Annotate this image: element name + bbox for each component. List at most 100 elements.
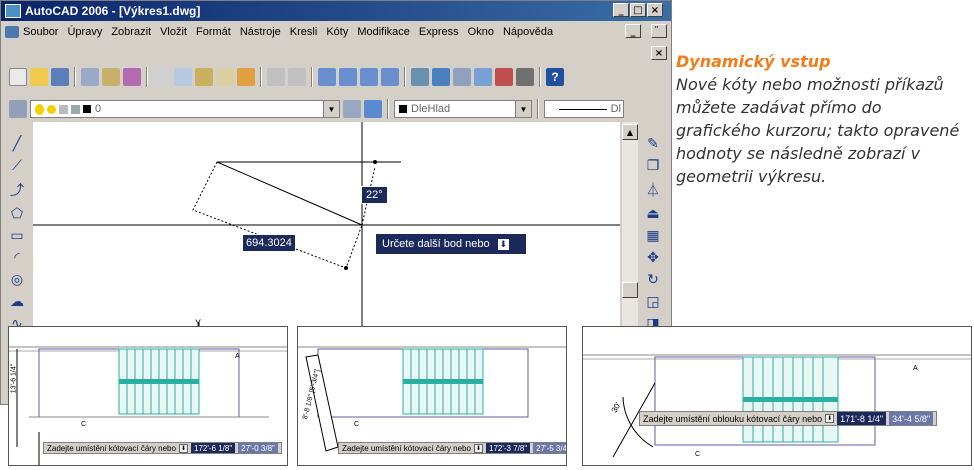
document-controls: _ ̈ [625, 24, 676, 38]
redo-icon[interactable] [288, 68, 306, 86]
open-icon[interactable] [30, 68, 48, 86]
thumb-1-value-2: 27'-0 3/8" [238, 443, 278, 453]
thumb-3-prompt-text: Zadejte umístění oblouku kótovací čáry n… [643, 413, 823, 424]
document-icon[interactable] [5, 26, 19, 38]
menu-koty[interactable]: Kóty [326, 26, 348, 38]
example-thumbnail-2: C 8'-8 1/8" [5'-3/4"] Zadejte umístění k… [297, 326, 567, 466]
preview-icon[interactable] [102, 68, 120, 86]
offset-icon[interactable]: ⏏ [646, 206, 659, 222]
caption-heading: Dynamický vstup [676, 52, 831, 71]
bulb-icon [35, 103, 44, 115]
make-current-icon[interactable] [343, 100, 361, 118]
menu-napoveda[interactable]: Nápověda [503, 26, 553, 38]
thumb-2-value-1: 172'-3 7/8" [486, 443, 531, 453]
thumb-2-value-2: 27'-5 3/4" [533, 443, 566, 453]
zoom-window-icon[interactable] [360, 68, 378, 86]
polygon-icon[interactable]: ⬠ [11, 206, 23, 222]
thumb-1-vert-dim: 13'-6 1/4" [10, 363, 18, 394]
example-thumbnail-1: A C 13'-6 1/4" Zadejte umístění kótovací… [8, 326, 288, 466]
menu-format[interactable]: Formát [196, 26, 231, 38]
help-icon[interactable]: ? [546, 68, 564, 86]
tool-palettes-icon[interactable] [453, 68, 471, 86]
menu-kresli[interactable]: Kresli [290, 26, 318, 38]
minimize-button[interactable]: _ [613, 3, 629, 17]
print-icon[interactable] [81, 68, 99, 86]
doc-close-button[interactable]: × [651, 46, 667, 60]
thumb-3-label-c: C [695, 451, 701, 458]
menu-soubor[interactable]: Soubor [23, 26, 58, 38]
circle-icon[interactable]: ◎ [11, 272, 23, 288]
window-title: AutoCAD 2006 - [Výkres1.dwg] [25, 4, 201, 18]
color-value: DleHlad [411, 103, 451, 115]
thumb-3-value-2: 34'-4 5/8" [889, 412, 934, 425]
design-center-icon[interactable] [432, 68, 450, 86]
mirror-icon[interactable]: ⏃ [646, 180, 660, 200]
maximize-button[interactable]: □ [630, 3, 646, 17]
menu-zobrazit[interactable]: Zobrazit [111, 26, 151, 38]
markup-icon[interactable] [495, 68, 513, 86]
construction-line-icon[interactable]: ⟋ [12, 158, 22, 174]
match-properties-icon[interactable] [216, 68, 234, 86]
layer-dropdown-icon[interactable]: ▼ [323, 101, 339, 117]
publish-icon[interactable] [123, 68, 141, 86]
color-swatch [399, 105, 407, 113]
thumb-1-prompt: Zadejte umístění kótovací čáry nebo ⬇ 17… [43, 442, 282, 454]
scroll-up-icon[interactable]: ▲ [622, 124, 638, 140]
sheet-set-icon[interactable] [474, 68, 492, 86]
menu-upravy[interactable]: Úpravy [67, 26, 102, 38]
erase-icon[interactable]: ✎ [647, 136, 659, 152]
lock-icon [59, 104, 68, 114]
menu-okno[interactable]: Okno [468, 26, 494, 38]
polyline-icon[interactable]: ⤴ [10, 180, 24, 200]
scroll-thumb[interactable] [622, 282, 638, 298]
linetype-combo[interactable]: Dl [544, 100, 624, 118]
cloud-icon[interactable]: ☁ [10, 294, 24, 310]
plot-icon [71, 104, 80, 114]
title-bar: AutoCAD 2006 - [Výkres1.dwg] _ □ × [1, 1, 671, 21]
standard-toolbar: ? [9, 64, 669, 90]
line-icon[interactable]: ╱ [13, 136, 21, 152]
zoom-realtime-icon[interactable] [339, 68, 357, 86]
menu-nastroje[interactable]: Nástroje [240, 26, 281, 38]
dynamic-prompt-text: Určete další bod nebo [382, 238, 490, 250]
layer-manager-icon[interactable] [9, 100, 27, 118]
cut-icon[interactable] [153, 68, 171, 86]
angle-input[interactable]: 22° [361, 186, 388, 204]
rectangle-icon[interactable]: ▭ [10, 228, 23, 244]
close-button[interactable]: × [647, 3, 663, 17]
thumb-1-label-a: A [235, 353, 240, 360]
scale-icon[interactable]: ◲ [646, 294, 659, 310]
prompt-options-icon[interactable]: ⬇ [497, 238, 510, 250]
thumb-2-prompt: Zadejte umístění kótovací čáry nebo ⬇ 17… [338, 442, 566, 454]
copy-icon[interactable] [174, 68, 192, 86]
undo-icon[interactable] [267, 68, 285, 86]
menu-modifikace[interactable]: Modifikace [357, 26, 410, 38]
paste-icon[interactable] [195, 68, 213, 86]
move-icon[interactable]: ✥ [647, 250, 659, 266]
zoom-previous-icon[interactable] [381, 68, 399, 86]
color-dropdown-icon[interactable]: ▼ [515, 101, 531, 117]
rotate-icon[interactable]: ↻ [647, 272, 659, 288]
layer-color-swatch [83, 105, 91, 113]
save-icon[interactable] [51, 68, 69, 86]
arc-icon[interactable]: ◜ [14, 250, 19, 266]
doc-minimize-button[interactable]: _ [625, 24, 641, 38]
layer-combo[interactable]: 0 ▼ [30, 100, 340, 118]
layer-previous-icon[interactable] [364, 100, 382, 118]
color-combo[interactable]: DleHlad ▼ [394, 100, 532, 118]
calculator-icon[interactable] [516, 68, 534, 86]
caption-body: Nové kóty nebo možnosti příkazů můžete z… [676, 75, 960, 186]
menu-express[interactable]: Express [419, 26, 459, 38]
menu-vlozit[interactable]: Vložit [160, 26, 187, 38]
sun-icon [47, 104, 56, 114]
thumb-3-prompt: Zadejte umístění oblouku kótovací čáry n… [639, 411, 938, 426]
length-input[interactable]: 694.3024 [242, 234, 296, 252]
pan-icon[interactable] [318, 68, 336, 86]
layers-toolbar: 0 ▼ DleHlad ▼ Dl [9, 96, 669, 122]
doc-restore-button[interactable]: ̈ [651, 24, 667, 38]
copy-object-icon[interactable]: ❐ [647, 158, 660, 174]
new-icon[interactable] [9, 68, 27, 86]
properties-icon[interactable] [411, 68, 429, 86]
brush-icon[interactable] [237, 68, 255, 86]
array-icon[interactable]: ▦ [646, 228, 659, 244]
